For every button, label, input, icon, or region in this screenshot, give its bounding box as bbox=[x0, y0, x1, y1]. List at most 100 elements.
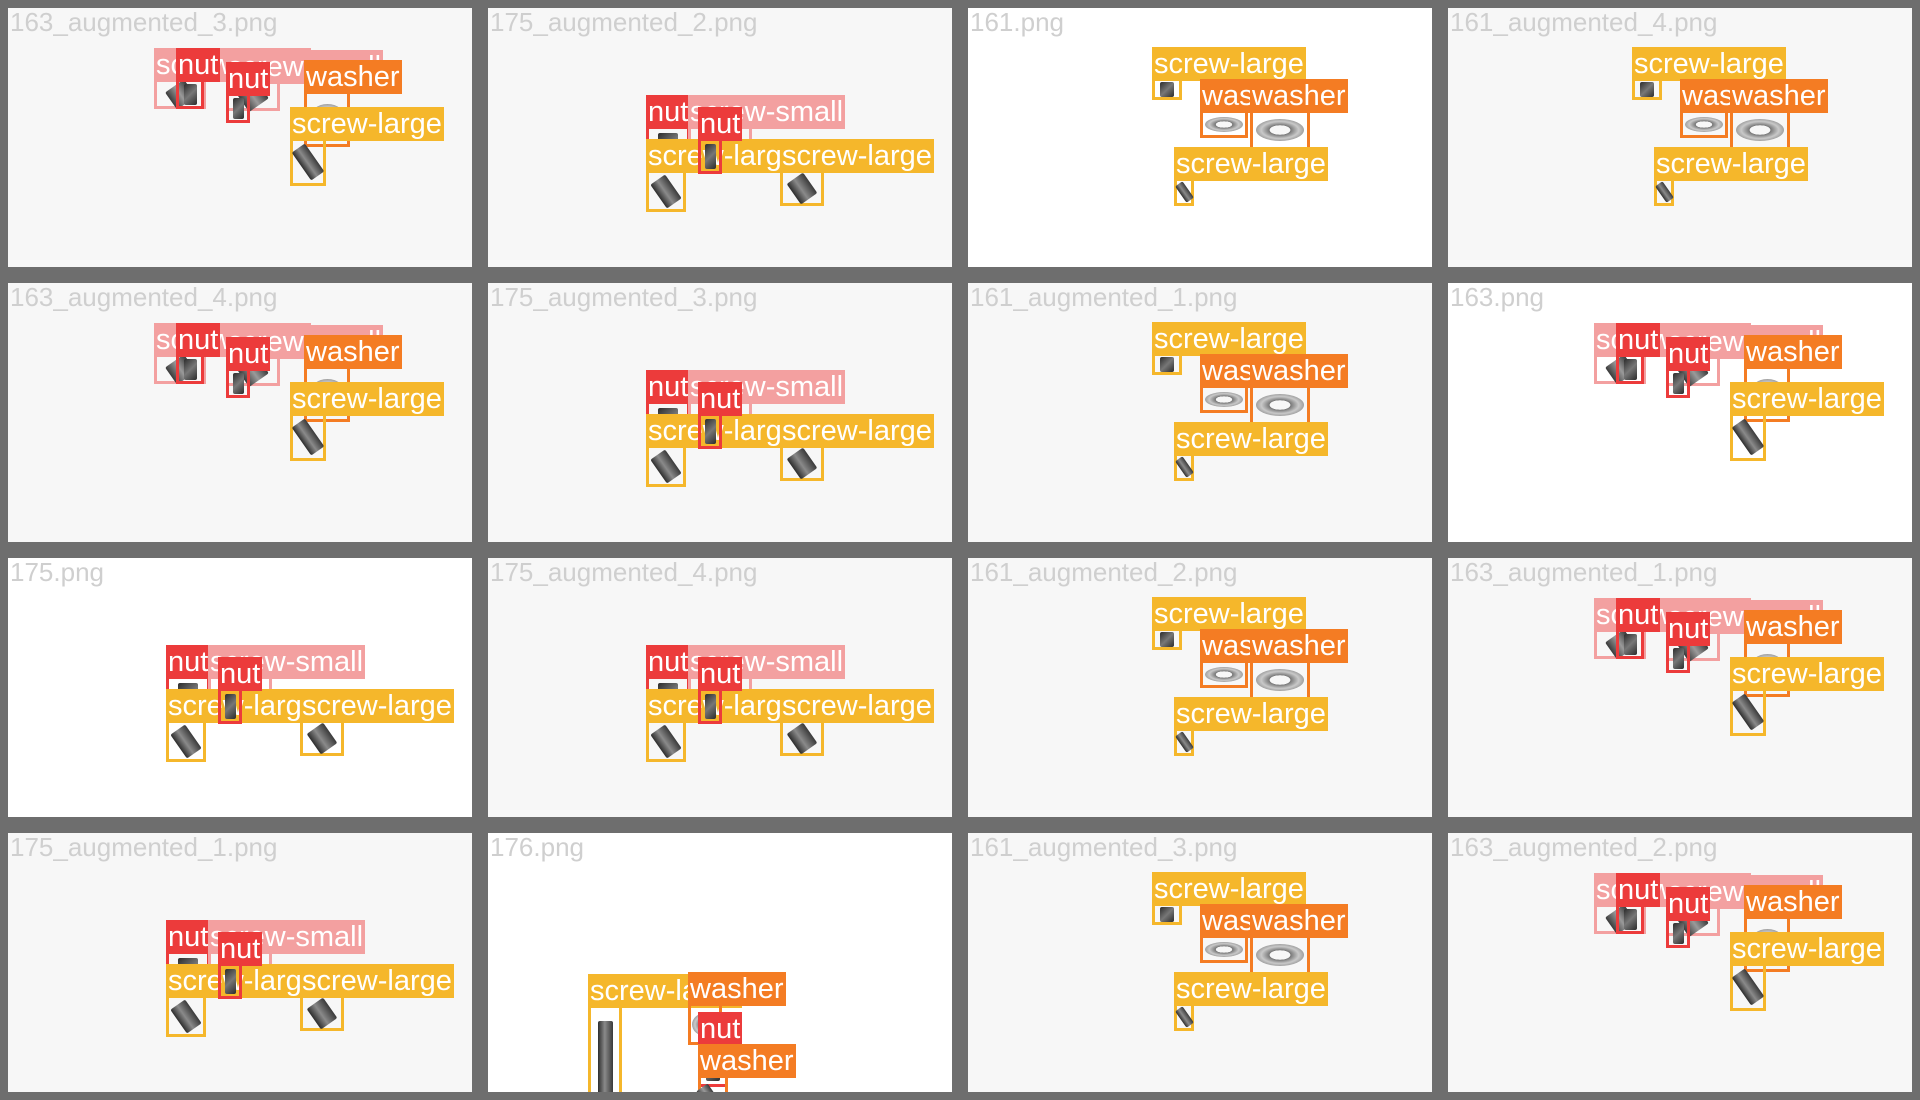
detection-label: nut bbox=[1616, 598, 1661, 632]
washer-object bbox=[1205, 942, 1243, 957]
washer-object bbox=[1256, 119, 1304, 141]
detection-label: nut bbox=[1666, 612, 1711, 646]
nut-object bbox=[1624, 909, 1637, 930]
image-tile: 163_augmented_3.pngscrew-smallnutscrew-s… bbox=[0, 0, 480, 275]
image-tile: 161_augmented_4.png screw-large washer wash… bbox=[1440, 0, 1920, 275]
detection-box-washer: washer bbox=[1250, 354, 1348, 425]
detection-grid: 163_augmented_3.pngscrew-smallnutscrew-s… bbox=[0, 0, 1920, 1100]
image-tile: 161_augmented_2.png screw-large washer wash… bbox=[960, 550, 1440, 825]
detection-label: screw-large bbox=[1174, 697, 1328, 731]
image-tile: 163.pngscrew-smallnutscrew-smallnutwashe… bbox=[1440, 275, 1920, 550]
detection-label: screw-large bbox=[1174, 422, 1328, 456]
screw-large-object bbox=[291, 418, 325, 456]
image-tile: 161_augmented_1.png screw-large washer wash… bbox=[960, 275, 1440, 550]
tile-title: 175.png bbox=[10, 557, 104, 587]
tile-title: 163_augmented_1.png bbox=[1450, 557, 1718, 587]
screw-large-object bbox=[291, 143, 325, 181]
detection-label: nut bbox=[218, 932, 263, 966]
nut-object bbox=[1673, 923, 1684, 944]
nut-object bbox=[233, 98, 244, 119]
detection-box-screw-large: screw-large bbox=[166, 689, 320, 762]
detection-box-washer: washer bbox=[696, 1044, 796, 1092]
detection-box-screw-large: screw-large bbox=[290, 107, 444, 186]
detection-label: screw-large bbox=[300, 964, 454, 998]
screw-large-object bbox=[1731, 418, 1765, 456]
washer-object bbox=[1256, 669, 1304, 691]
detection-box-washer: washer bbox=[1200, 79, 1298, 138]
detection-box-screw-large: screw-large bbox=[1174, 422, 1328, 481]
detection-box-nut: nut bbox=[226, 62, 271, 123]
detection-label: washer bbox=[1730, 79, 1828, 113]
detection-label: nut bbox=[166, 645, 211, 679]
nut-object bbox=[705, 144, 716, 169]
detection-box-washer: washer bbox=[1200, 629, 1298, 688]
detection-label: screw-large bbox=[166, 964, 320, 998]
screw-large-object bbox=[786, 172, 818, 205]
detection-box-screw-large: screw-large bbox=[646, 139, 800, 212]
screw-large-object bbox=[306, 997, 338, 1030]
screw-large-object bbox=[170, 999, 202, 1034]
detection-box-screw-large: screw-large bbox=[1152, 322, 1306, 375]
image-tile: 175.png nut screw-small screw-large nut screw… bbox=[0, 550, 480, 825]
detection-box-screw-large: screw-large bbox=[166, 964, 320, 1037]
nut-object bbox=[1640, 82, 1654, 97]
detection-label: screw-large bbox=[1730, 932, 1884, 966]
detection-label: nut bbox=[176, 48, 221, 82]
image-tile: 175_augmented_4.png nut screw-small screw-l… bbox=[480, 550, 960, 825]
nut-object bbox=[1160, 357, 1174, 372]
detection-box-nut: nut bbox=[698, 382, 743, 449]
screw-large-object bbox=[1731, 968, 1765, 1006]
detection-box-screw-large: screw-large bbox=[1174, 697, 1328, 756]
detection-box-screw-large: screw-large bbox=[1730, 932, 1884, 1011]
nut-object bbox=[1624, 634, 1637, 655]
detection-box-screw-large: screw-large bbox=[646, 414, 800, 487]
detection-label: nut bbox=[1616, 873, 1661, 907]
detection-label: nut bbox=[646, 645, 691, 679]
detection-label: nut bbox=[1666, 337, 1711, 371]
detection-label: screw-large bbox=[646, 139, 800, 173]
detection-box-washer: washer bbox=[1200, 904, 1298, 963]
detection-label: washer bbox=[1250, 79, 1348, 113]
detection-label: nut bbox=[698, 657, 743, 691]
detection-box-nut: nut bbox=[1666, 337, 1711, 398]
nut-object bbox=[1160, 907, 1174, 922]
screw-large-object bbox=[650, 449, 682, 484]
detection-box-washer: washer bbox=[1250, 904, 1348, 975]
detection-box-washer: washer bbox=[1200, 354, 1298, 413]
image-tile: 163_augmented_2.pngscrew-smallnutscrew-s… bbox=[1440, 825, 1920, 1100]
tile-title: 163_augmented_3.png bbox=[10, 7, 278, 37]
detection-label: screw-large bbox=[780, 139, 934, 173]
detection-label: screw-large bbox=[646, 414, 800, 448]
detection-label: nut bbox=[698, 1012, 743, 1046]
detection-label: screw-large bbox=[1152, 47, 1306, 81]
tile-title: 161_augmented_2.png bbox=[970, 557, 1238, 587]
detection-label: screw-large bbox=[290, 107, 444, 141]
detection-box-screw-large: screw-large bbox=[1730, 657, 1884, 736]
nut-object bbox=[225, 694, 236, 719]
detection-box-nut: nut bbox=[698, 107, 743, 174]
image-tile: 176.png screw-large washer nut washer bbox=[480, 825, 960, 1100]
detection-label: screw-large bbox=[1152, 597, 1306, 631]
screw-large-object bbox=[1175, 181, 1194, 203]
nut-object bbox=[1160, 632, 1174, 647]
detection-label: washer bbox=[688, 972, 786, 1006]
screw-large-object bbox=[786, 447, 818, 480]
washer-object bbox=[1205, 117, 1243, 132]
detection-box-screw-large: screw-large bbox=[1632, 47, 1786, 100]
detection-label: screw-large bbox=[1152, 872, 1306, 906]
image-tile: 175_augmented_1.png nut screw-small screw-l… bbox=[0, 825, 480, 1100]
detection-label: washer bbox=[1250, 904, 1348, 938]
detection-box-screw-large: screw-large bbox=[646, 689, 800, 762]
tile-title: 176.png bbox=[490, 832, 584, 862]
detection-box-nut: nut bbox=[226, 337, 271, 398]
detection-box-screw-large: screw-large bbox=[300, 964, 454, 1031]
detection-box-screw-large: screw-large bbox=[588, 974, 742, 1092]
tile-title: 175_augmented_3.png bbox=[490, 282, 758, 312]
screw-large-object bbox=[598, 1021, 613, 1092]
washer-object bbox=[1205, 667, 1243, 682]
detection-box-screw-large: screw-large bbox=[780, 414, 934, 481]
washer-object bbox=[1205, 392, 1243, 407]
screw-small-object bbox=[696, 1083, 730, 1092]
nut-object bbox=[705, 694, 716, 719]
detection-label: screw-large bbox=[1730, 657, 1884, 691]
